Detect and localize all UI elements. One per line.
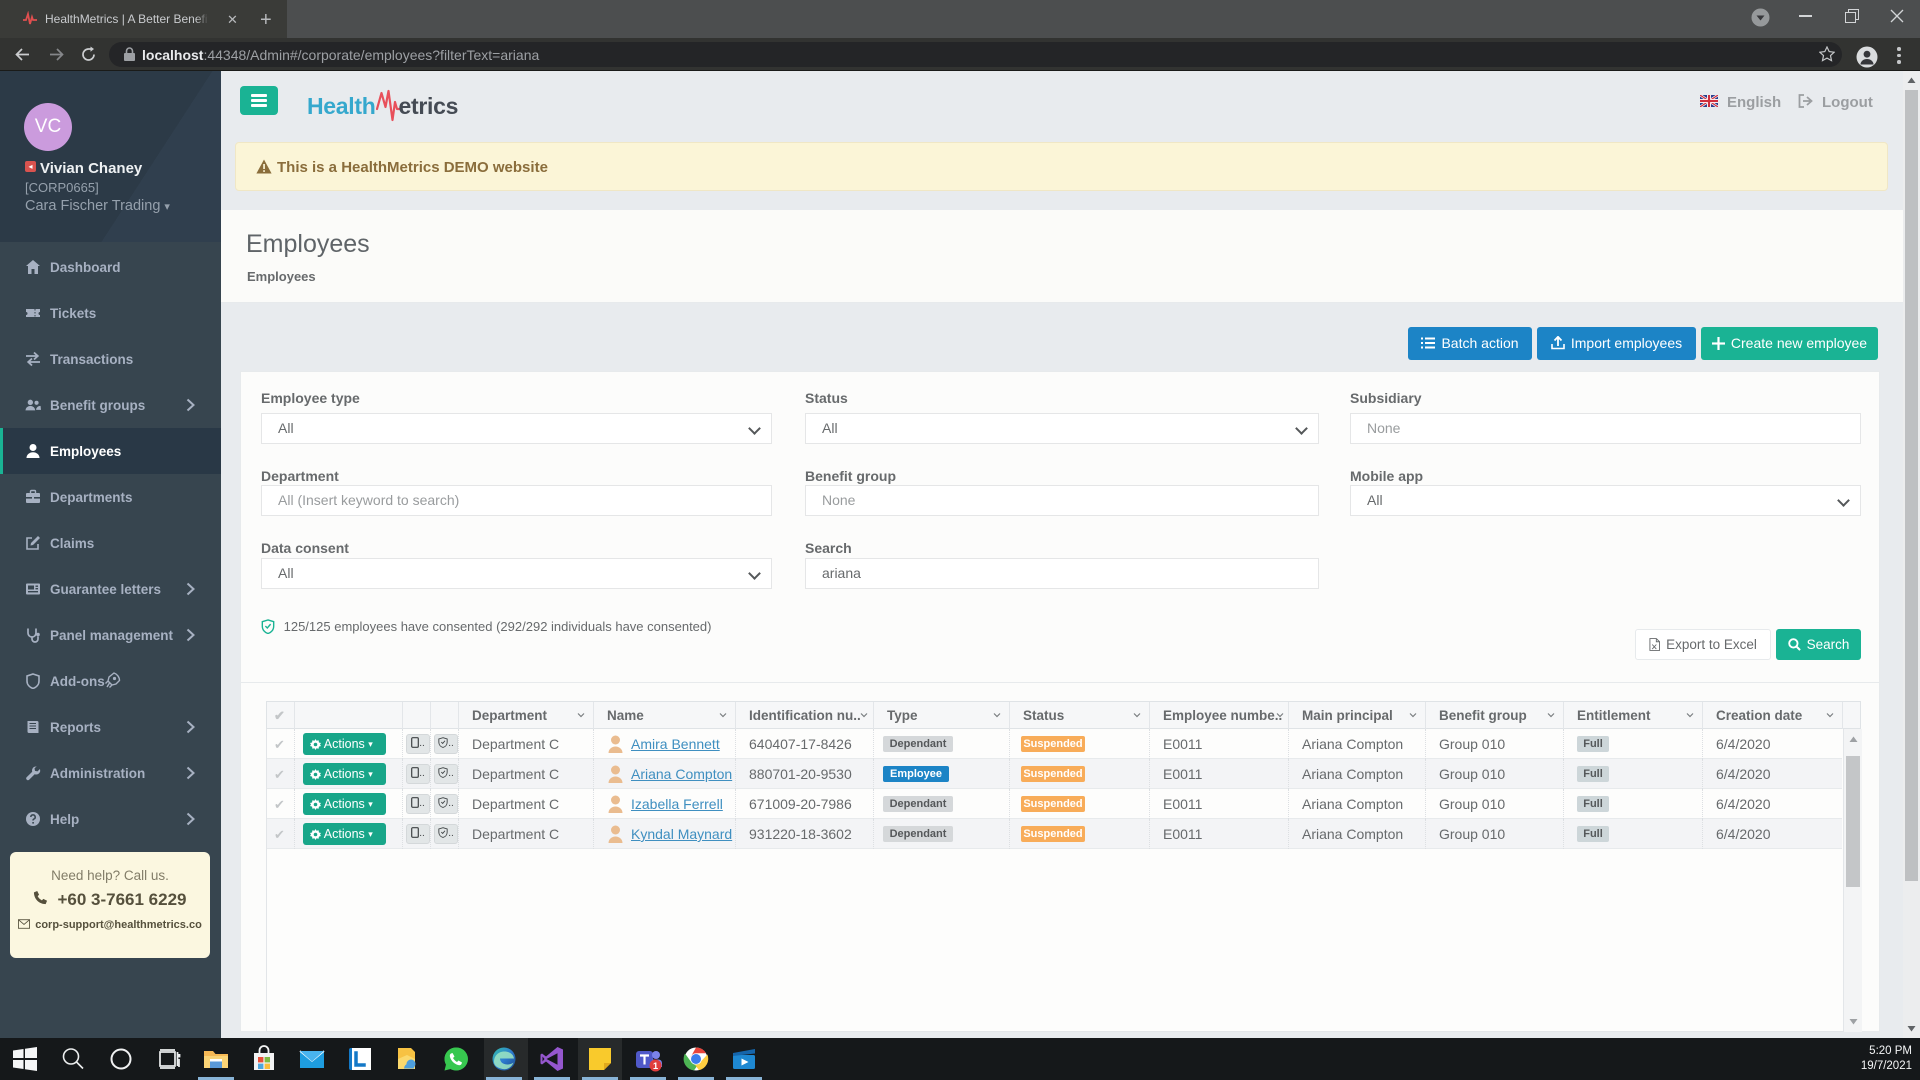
svg-text:1: 1: [653, 1061, 659, 1072]
